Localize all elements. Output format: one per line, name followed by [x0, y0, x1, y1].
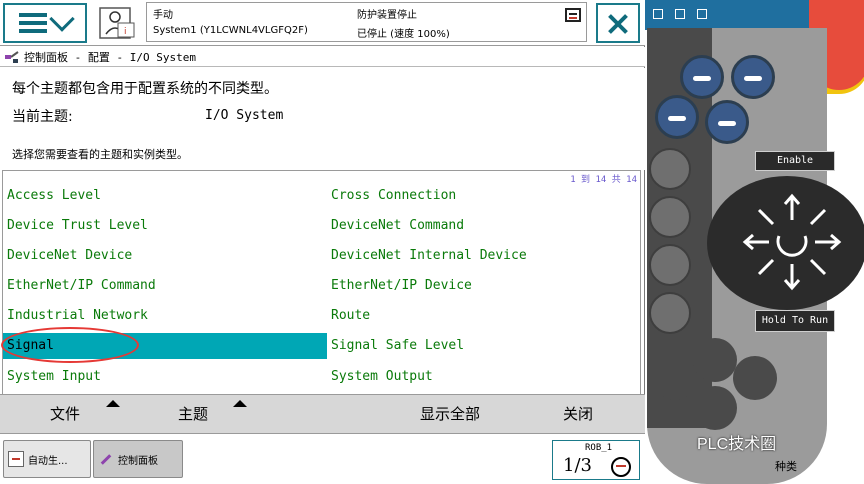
minimize-icon[interactable] [653, 9, 663, 19]
main-menu-button[interactable] [3, 3, 87, 43]
hw-key-1[interactable] [680, 55, 724, 99]
task-ratio: 1/3 [563, 455, 592, 476]
current-topic-label: 当前主题: [12, 109, 73, 125]
list-item-devicenet-device[interactable]: DeviceNet Device [3, 243, 327, 269]
instruction-text: 选择您需要查看的主题和实例类型。 [12, 148, 188, 161]
side-text-1: 种类 [775, 460, 797, 473]
status-panel[interactable]: 手动 System1 (Y1LCWNL4VLGFQ2F) 防护装置停止 已停止 … [146, 2, 587, 42]
run-key[interactable] [693, 338, 737, 382]
quickset-icon [611, 457, 631, 477]
breadcrumb: 控制面板 - 配置 - I/O System [0, 47, 645, 67]
list-item-route[interactable]: Route [327, 303, 640, 329]
task-auto-production[interactable]: 自动生... [3, 440, 91, 478]
menu-up-arrow-icon [233, 400, 247, 407]
topic-list: 1 到 14 共 14 Access Level Device Trust Le… [1, 170, 641, 394]
close-icon[interactable] [697, 9, 707, 19]
stop-key[interactable] [693, 386, 737, 430]
incremental-key[interactable] [649, 244, 691, 286]
list-item-system-output[interactable]: System Output [327, 364, 640, 390]
system-name: System1 (Y1LCWNL4VLGFQ2F) [153, 25, 308, 36]
menu-icon [19, 13, 47, 33]
list-item-access-level[interactable]: Access Level [3, 183, 327, 209]
motion-mode-key[interactable] [649, 196, 691, 238]
robot-name: ROB_1 [585, 443, 613, 453]
task-control-label: 控制面板 [118, 455, 158, 467]
enable-label: Enable [755, 151, 835, 171]
quickset-button[interactable]: ROB_1 1/3 [552, 440, 640, 480]
flexpendant-screen: i 手动 System1 (Y1LCWNL4VLGFQ2F) 防护装置停止 已停… [0, 0, 645, 484]
safety-state: 防护装置停止 [357, 10, 417, 21]
current-topic-value: I/O System [205, 108, 284, 123]
description-text: 每个主题都包含用于配置系统的不同类型。 [12, 81, 278, 97]
show-all-button[interactable]: 显示全部 [386, 395, 514, 433]
top-status-bar: i 手动 System1 (Y1LCWNL4VLGFQ2F) 防护装置停止 已停… [0, 0, 645, 46]
breadcrumb-text: 控制面板 - 配置 - I/O System [24, 50, 196, 64]
list-item-cross-connection[interactable]: Cross Connection [327, 183, 640, 209]
list-item-devicenet-internal-device[interactable]: DeviceNet Internal Device [327, 243, 640, 269]
list-item-ethernetip-command[interactable]: EtherNet/IP Command [3, 273, 327, 299]
motor-state: 已停止 (速度 100%) [357, 29, 450, 40]
joystick-arrows-icon [742, 193, 842, 291]
list-item-ethernetip-device[interactable]: EtherNet/IP Device [327, 273, 640, 299]
step-forward-key[interactable] [733, 356, 777, 400]
list-item-system-input[interactable]: System Input [3, 364, 327, 390]
close-button[interactable]: 关闭 [514, 395, 642, 433]
operator-window-icon[interactable]: i [98, 6, 138, 42]
mechanical-unit-key[interactable] [649, 148, 691, 190]
command-bar: 文件 主题 显示全部 关闭 [0, 394, 645, 434]
control-panel-icon [5, 50, 19, 63]
hold-to-run-label: Hold To Run [755, 310, 835, 332]
list-item-signal[interactable]: Signal [3, 333, 327, 359]
operating-mode: 手动 [153, 10, 173, 21]
task-auto-label: 自动生... [28, 455, 68, 467]
menu-up-arrow-icon [106, 400, 120, 407]
info-panel: 每个主题都包含用于配置系统的不同类型。 当前主题: I/O System 选择您… [0, 68, 645, 170]
pendant-hardware: Enable Hold To Run PLC技术圈 种类 [645, 0, 864, 484]
list-item-signal-safe-level[interactable]: Signal Safe Level [327, 333, 640, 359]
toggle-key[interactable] [649, 292, 691, 334]
watermark: PLC技术圈 [697, 436, 777, 453]
hw-key-2[interactable] [731, 55, 775, 99]
hw-key-4[interactable] [705, 100, 749, 144]
close-window-button[interactable] [596, 3, 640, 43]
list-item-device-trust-level[interactable]: Device Trust Level [3, 213, 327, 239]
svg-text:i: i [124, 27, 127, 37]
maximize-icon[interactable] [675, 9, 685, 19]
step-back-key[interactable] [653, 356, 697, 400]
list-item-devicenet-command[interactable]: DeviceNet Command [327, 213, 640, 239]
joystick[interactable] [707, 176, 864, 310]
task-control-panel[interactable]: 控制面板 [93, 440, 183, 478]
list-item-industrial-network[interactable]: Industrial Network [3, 303, 327, 329]
taskbar: 自动生... 控制面板 [0, 434, 645, 484]
auto-production-icon [8, 451, 24, 467]
control-panel-icon [98, 451, 114, 467]
hw-key-3[interactable] [655, 95, 699, 139]
event-log-icon[interactable] [565, 8, 581, 22]
chevron-down-icon [49, 6, 75, 32]
